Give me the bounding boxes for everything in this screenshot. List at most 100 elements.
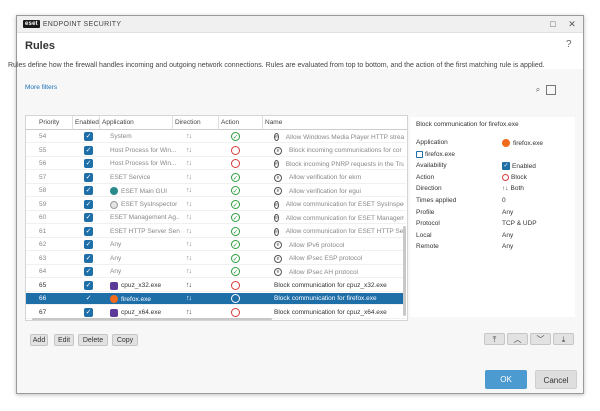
copy-button[interactable]: Copy <box>112 334 138 346</box>
col-enabled[interactable]: Enabled <box>75 119 99 126</box>
detail-value: firefox.exe <box>416 150 455 158</box>
table-row[interactable]: 66 ✓ firefox.exe ↑↓ Block communication for … <box>26 293 406 305</box>
sys-app-icon <box>110 200 118 209</box>
eset-logo: eset <box>23 20 40 28</box>
edit-button[interactable]: Edit <box>54 334 74 346</box>
search-icon[interactable]: ⌕ <box>533 85 543 95</box>
detail-value-text: Any <box>502 243 514 251</box>
name-cell: e Allow communication for ESET Manageme <box>274 214 404 222</box>
direction-icon: ↑↓ <box>186 146 191 154</box>
detail-field: Availability ✓ Enabled <box>416 162 566 172</box>
direction-icon: ↑↓ <box>186 241 191 248</box>
close-icon[interactable]: ✕ <box>566 18 578 30</box>
horizontal-scrollbar[interactable] <box>32 318 272 320</box>
details-panel-toggle-icon[interactable] <box>546 85 556 95</box>
name-cell: e Allow verification for ekrn <box>274 173 404 182</box>
table-row[interactable]: 58 ✓ ESET Main GUI ↑↓ ✓ e Allow verification f… <box>26 185 406 197</box>
cancel-button[interactable]: Cancel <box>535 370 577 389</box>
table-row[interactable]: 59 ✓ ESET SysInspector ↑↓ ✓ e Allow communicat… <box>26 199 406 211</box>
priority-cell: 63 <box>39 254 47 262</box>
enabled-checkbox[interactable]: ✓ <box>84 172 93 182</box>
detail-value-text: firefox.exe <box>425 150 455 158</box>
enabled-checkbox[interactable]: ✓ <box>84 226 93 236</box>
vertical-scrollbar[interactable] <box>403 226 406 316</box>
allow-action-icon: ✓ <box>231 213 240 222</box>
table-row[interactable]: 65 ✓ cpuz_x32.exe ↑↓ Block communication for… <box>26 280 406 292</box>
enabled-checkbox[interactable]: ✓ <box>84 240 93 249</box>
table-row[interactable]: 54 ✓ System ↑↓ ✓ e Allow Windows Media Player … <box>26 131 406 143</box>
eset-rule-icon: e <box>274 268 282 276</box>
enabled-checkbox[interactable]: ✓ <box>84 280 93 290</box>
detail-field: Direction ↑↓ Both <box>416 185 566 195</box>
table-row[interactable]: 56 ✓ Host Process for Win... ↑↓ e Block incom… <box>26 158 406 170</box>
direction-icon: ↑↓ <box>186 254 191 262</box>
enabled-checkbox[interactable]: ✓ <box>84 145 93 155</box>
application-cell: Any <box>110 255 180 262</box>
name-cell: Block communication for cpuz_x64.exe <box>274 309 404 316</box>
detail-key: Local <box>416 231 432 239</box>
col-divider <box>99 116 100 130</box>
details-title: Block communication for firefox.exe <box>416 121 519 128</box>
detail-key: Remote <box>416 243 439 251</box>
move-down-icon[interactable]: ﹀ <box>530 333 551 345</box>
application-label: Any <box>110 241 122 248</box>
name-cell: e Allow IPsec ESP protocol <box>274 254 404 263</box>
col-divider <box>218 116 219 130</box>
name-cell: e Allow IPv6 protocol <box>274 241 404 249</box>
detail-field: Application firefox.exe <box>416 139 566 149</box>
table-row[interactable]: 57 ✓ ESET Service ↑↓ ✓ e Allow verification fo… <box>26 172 406 184</box>
enabled-checkbox[interactable]: ✓ <box>84 253 93 263</box>
col-direction[interactable]: Direction <box>175 119 201 126</box>
enabled-checkbox[interactable]: ✓ <box>84 307 93 317</box>
delete-button[interactable]: Delete <box>78 334 108 346</box>
col-application[interactable]: Application <box>102 119 134 126</box>
table-row[interactable]: 61 ✓ ESET HTTP Server Serv... ↑↓ ✓ e Allow com… <box>26 226 406 238</box>
application-label: cpuz_x64.exe <box>121 309 162 316</box>
table-row[interactable]: 63 ✓ Any ↑↓ ✓ e Allow IPsec ESP protocol <box>26 253 406 265</box>
application-cell: ESET SysInspector <box>110 200 180 209</box>
table-row[interactable]: 60 ✓ ESET Management Ag... ↑↓ ✓ e Allow commun… <box>26 212 406 224</box>
table-row[interactable]: 64 ✓ Any ↑↓ ✓ e Allow IPsec AH protocol <box>26 266 406 278</box>
restore-icon[interactable]: □ <box>547 18 559 30</box>
move-top-icon[interactable]: ⤒ <box>484 333 505 345</box>
firefox-app-icon <box>502 139 510 147</box>
table-row[interactable]: 67 ✓ cpuz_x64.exe ↑↓ Block communication for… <box>26 307 406 319</box>
ok-button[interactable]: OK <box>485 370 527 389</box>
rules-table: Priority Enabled Application Direction A… <box>25 115 408 321</box>
enabled-checkbox[interactable]: ✓ <box>84 186 93 195</box>
enabled-checkbox[interactable]: ✓ <box>84 132 93 141</box>
col-priority[interactable]: Priority <box>39 119 59 126</box>
allow-action-icon: ✓ <box>231 186 240 195</box>
rule-name: Block incoming PNRP requests in the Tru <box>285 160 404 168</box>
priority-cell: 62 <box>39 241 47 248</box>
application-label: ESET HTTP Server Serv... <box>110 227 180 235</box>
enabled-checkbox[interactable]: ✓ <box>84 294 93 303</box>
enabled-checkbox[interactable]: ✓ <box>84 267 93 276</box>
enabled-checkbox[interactable]: ✓ <box>84 199 93 209</box>
col-name[interactable]: Name <box>265 119 282 126</box>
enabled-checkbox[interactable]: ✓ <box>84 159 93 168</box>
detail-field: Times applied 0 <box>416 197 566 207</box>
enabled-check-icon: ✓ <box>502 162 510 171</box>
name-cell: e Allow verification for egui <box>274 187 404 195</box>
add-button[interactable]: Add <box>30 334 48 346</box>
direction-icon: ↑↓ <box>186 160 191 167</box>
table-row[interactable]: 62 ✓ Any ↑↓ ✓ e Allow IPv6 protocol <box>26 239 406 251</box>
move-bottom-icon[interactable]: ⤓ <box>553 333 574 345</box>
detail-key: Protocol <box>416 220 440 228</box>
move-up-icon[interactable]: ︿ <box>507 333 528 345</box>
priority-cell: 65 <box>39 281 47 289</box>
name-cell: Block communication for firefox.exe <box>274 295 404 302</box>
help-icon[interactable]: ? <box>566 39 572 50</box>
application-cell: cpuz_x32.exe <box>110 281 180 290</box>
col-action[interactable]: Action <box>221 119 239 126</box>
detail-value-text: 0 <box>502 197 506 204</box>
ff-app-icon <box>110 295 118 303</box>
rule-name: Block communication for cpuz_x64.exe <box>274 308 387 316</box>
allow-action-icon: ✓ <box>231 267 240 276</box>
detail-field: Local Any <box>416 232 566 242</box>
allow-action-icon: ✓ <box>231 172 240 182</box>
enabled-checkbox[interactable]: ✓ <box>84 213 93 222</box>
more-filters-link[interactable]: More filters <box>25 84 57 91</box>
table-row[interactable]: 55 ✓ Host Process for Win... ↑↓ e Block incom… <box>26 145 406 157</box>
